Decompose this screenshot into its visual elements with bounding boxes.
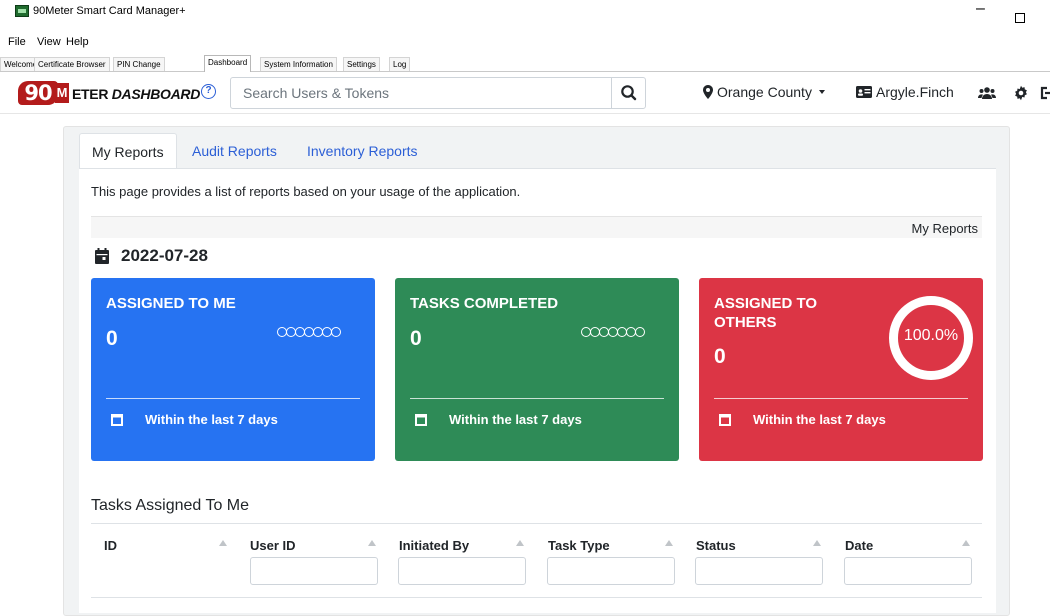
column-header-task-type[interactable]: Task Type (548, 538, 610, 553)
logo-wordmark: ETER DASHBOARD (72, 86, 201, 102)
menu-file[interactable]: File (8, 36, 26, 48)
search-button[interactable] (611, 78, 645, 108)
stat-card-assigned-to-others[interactable]: ASSIGNED TO OTHERS 0 100.0% Within the l… (699, 278, 983, 461)
sign-out-icon[interactable] (1040, 85, 1050, 101)
id-card-icon (856, 86, 872, 98)
column-header-date[interactable]: Date (845, 538, 873, 553)
filter-status[interactable] (695, 557, 823, 585)
divider (91, 597, 982, 598)
user-menu[interactable]: Argyle.Finch (856, 84, 954, 100)
filter-date[interactable] (844, 557, 972, 585)
location-dropdown[interactable]: Orange County (703, 84, 828, 100)
tab-settings[interactable]: Settings (343, 57, 380, 71)
intro-text: This page provides a list of reports bas… (91, 184, 521, 199)
window-title: 90Meter Smart Card Manager+ (33, 5, 186, 17)
stat-divider (714, 398, 968, 399)
logo-letter: M (55, 83, 69, 103)
stat-value: 0 (714, 345, 726, 368)
stat-divider (106, 398, 360, 399)
window-titlebar: 90Meter Smart Card Manager+ – (0, 0, 1050, 34)
calendar-icon (95, 248, 109, 264)
column-header-user-id[interactable]: User ID (250, 538, 296, 553)
section-bar: My Reports (91, 216, 982, 238)
column-header-initiated-by[interactable]: Initiated By (399, 538, 469, 553)
sparkline-dots-icon (277, 327, 341, 337)
filter-user-id[interactable] (250, 557, 378, 585)
tasks-title: Tasks Assigned To Me (91, 497, 250, 514)
menu-view[interactable]: View (37, 36, 61, 48)
gear-icon[interactable] (1013, 85, 1029, 101)
logo-number: 90 (18, 81, 58, 105)
stat-footer: Within the last 7 days (415, 412, 582, 427)
sort-up-icon[interactable] (962, 540, 970, 546)
stat-footer: Within the last 7 days (111, 412, 278, 427)
search-box (230, 77, 646, 109)
stat-value: 0 (410, 327, 422, 350)
percentage-label: 100.0% (903, 327, 959, 344)
divider (91, 523, 982, 524)
stat-value: 0 (106, 327, 118, 350)
tab-audit-reports[interactable]: Audit Reports (180, 133, 289, 169)
users-icon[interactable] (978, 85, 996, 101)
sort-up-icon[interactable] (368, 540, 376, 546)
stat-title: ASSIGNED TO OTHERS (714, 295, 818, 331)
help-icon[interactable]: ? (201, 84, 216, 99)
dashboard-header: 90 M ETER DASHBOARD ? Orange County (0, 72, 1050, 114)
stat-title: TASKS COMPLETED (410, 295, 559, 312)
filter-initiated-by[interactable] (398, 557, 526, 585)
window-tab-strip: Welcome Certificate Browser PIN Change D… (0, 52, 1050, 72)
tab-pin-change[interactable]: PIN Change (113, 57, 165, 71)
tab-my-reports[interactable]: My Reports (79, 133, 177, 169)
user-name: Argyle.Finch (876, 84, 954, 100)
stat-card-assigned-to-me[interactable]: ASSIGNED TO ME 0 Within the last 7 days (91, 278, 375, 461)
stat-footer: Within the last 7 days (719, 412, 886, 427)
sort-up-icon[interactable] (813, 540, 821, 546)
sort-up-icon[interactable] (665, 540, 673, 546)
menu-help[interactable]: Help (66, 36, 89, 48)
section-label: My Reports (911, 221, 978, 236)
app-icon (15, 5, 29, 17)
column-header-id[interactable]: ID (104, 538, 117, 553)
calendar-outline-icon (415, 414, 427, 426)
stat-title: ASSIGNED TO ME (106, 295, 236, 312)
maximize-button[interactable] (1015, 13, 1025, 23)
location-label: Orange County (717, 84, 812, 100)
tab-dashboard[interactable]: Dashboard (204, 55, 252, 72)
map-marker-icon (703, 85, 713, 99)
stat-divider (410, 398, 664, 399)
tab-log[interactable]: Log (389, 57, 411, 71)
calendar-outline-icon (719, 414, 731, 426)
search-icon (621, 85, 637, 101)
calendar-outline-icon (111, 414, 123, 426)
tab-certificate-browser[interactable]: Certificate Browser (34, 57, 110, 71)
sort-up-icon[interactable] (219, 540, 227, 546)
sparkline-dots-icon (581, 327, 645, 337)
report-date: 2022-07-28 (95, 246, 208, 266)
sort-up-icon[interactable] (516, 540, 524, 546)
stat-card-tasks-completed[interactable]: TASKS COMPLETED 0 Within the last 7 days (395, 278, 679, 461)
minimize-button[interactable]: – (976, 0, 985, 18)
tab-inventory-reports[interactable]: Inventory Reports (295, 133, 430, 169)
search-input[interactable] (231, 78, 611, 108)
column-header-status[interactable]: Status (696, 538, 736, 553)
tab-system-information[interactable]: System Information (260, 57, 337, 71)
filter-task-type[interactable] (547, 557, 675, 585)
caret-down-icon (818, 90, 825, 94)
date-text: 2022-07-28 (121, 246, 208, 265)
